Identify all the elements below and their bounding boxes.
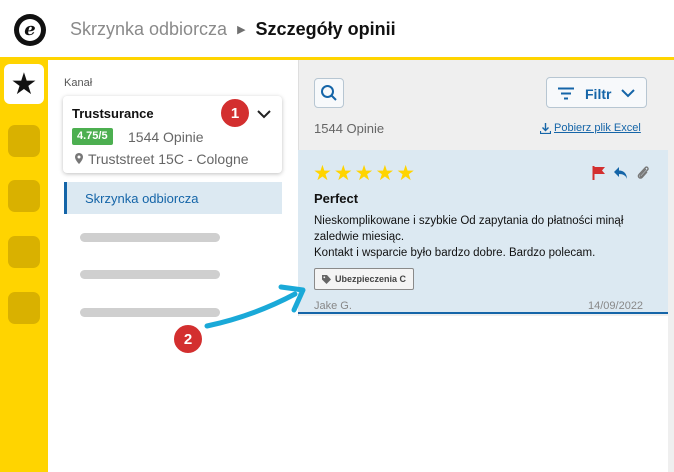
annotation-marker-2: 2 xyxy=(172,323,204,355)
location-pin-icon xyxy=(75,153,83,164)
export-label: Pobierz plik Excel xyxy=(554,122,641,134)
flag-icon[interactable] xyxy=(592,166,606,180)
review-body-line: Kontakt i wsparcie było bardzo dobre. Ba… xyxy=(314,247,596,259)
sidebar-item-inbox[interactable]: Skrzynka odbiorcza xyxy=(64,182,282,214)
sidebar-item-placeholder xyxy=(80,233,220,242)
top-header: e Skrzynka odbiorcza ▶ Szczegóły opinii xyxy=(0,0,674,60)
rail-item-button[interactable] xyxy=(8,292,40,324)
channel-address: Truststreet 15C - Cologne xyxy=(88,151,249,167)
chevron-down-icon xyxy=(621,89,635,98)
reply-icon[interactable] xyxy=(613,166,628,180)
logo-letter: e xyxy=(19,19,41,41)
filter-icon xyxy=(558,87,574,100)
channel-name: Trustsurance xyxy=(72,106,154,121)
breadcrumb-separator-icon: ▶ xyxy=(237,24,246,36)
filter-label: Filtr xyxy=(585,86,612,102)
sidebar-item-label: Skrzynka odbiorcza xyxy=(85,191,199,206)
opinions-count: 1544 Opinie xyxy=(314,121,385,136)
reviewer-name: Jake G. xyxy=(314,300,352,312)
chevron-down-icon[interactable] xyxy=(256,108,272,120)
annotation-arrow-icon xyxy=(204,284,306,329)
search-icon xyxy=(321,85,337,101)
sidebar-item-placeholder xyxy=(80,270,220,279)
page-title: Szczegóły opinii xyxy=(255,19,396,39)
category-tag-label: Ubezpieczenia C xyxy=(335,274,407,284)
search-button[interactable] xyxy=(314,78,344,108)
attachment-icon[interactable] xyxy=(636,165,650,181)
channel-opinions-count: 1544 Opinie xyxy=(128,129,204,145)
filter-button[interactable]: Filtr xyxy=(546,77,647,108)
breadcrumb: Skrzynka odbiorcza ▶ Szczegóły opinii xyxy=(70,19,396,40)
annotation-marker-1: 1 xyxy=(219,97,251,129)
review-body-line: zaledwie miesiąc. xyxy=(314,231,405,243)
star-icon: ★ xyxy=(10,67,38,101)
rail-reviews-button[interactable]: ★ xyxy=(4,64,44,104)
tag-icon xyxy=(322,274,331,284)
review-title: Perfect xyxy=(314,191,359,206)
rail-item-button[interactable] xyxy=(8,125,40,157)
review-body-line: Nieskomplikowane i szybkie Od zapytania … xyxy=(314,215,624,227)
download-icon xyxy=(540,122,551,134)
review-date: 14/09/2022 xyxy=(588,300,644,312)
category-tag[interactable]: Ubezpieczenia C xyxy=(314,268,415,290)
rail-item-button[interactable] xyxy=(8,180,40,212)
review-body: Nieskomplikowane i szybkie Od zapytania … xyxy=(314,213,644,261)
logo[interactable]: e xyxy=(14,14,46,46)
breadcrumb-parent[interactable]: Skrzynka odbiorcza xyxy=(70,19,227,40)
review-list-empty-area xyxy=(298,316,668,472)
export-excel-link[interactable]: Pobierz plik Excel xyxy=(540,122,641,134)
rail-item-button[interactable] xyxy=(8,236,40,268)
channel-label: Kanał xyxy=(64,77,93,89)
rating-stars: ★★★★★ xyxy=(313,162,418,185)
rating-badge: 4.75/5 xyxy=(72,128,113,145)
